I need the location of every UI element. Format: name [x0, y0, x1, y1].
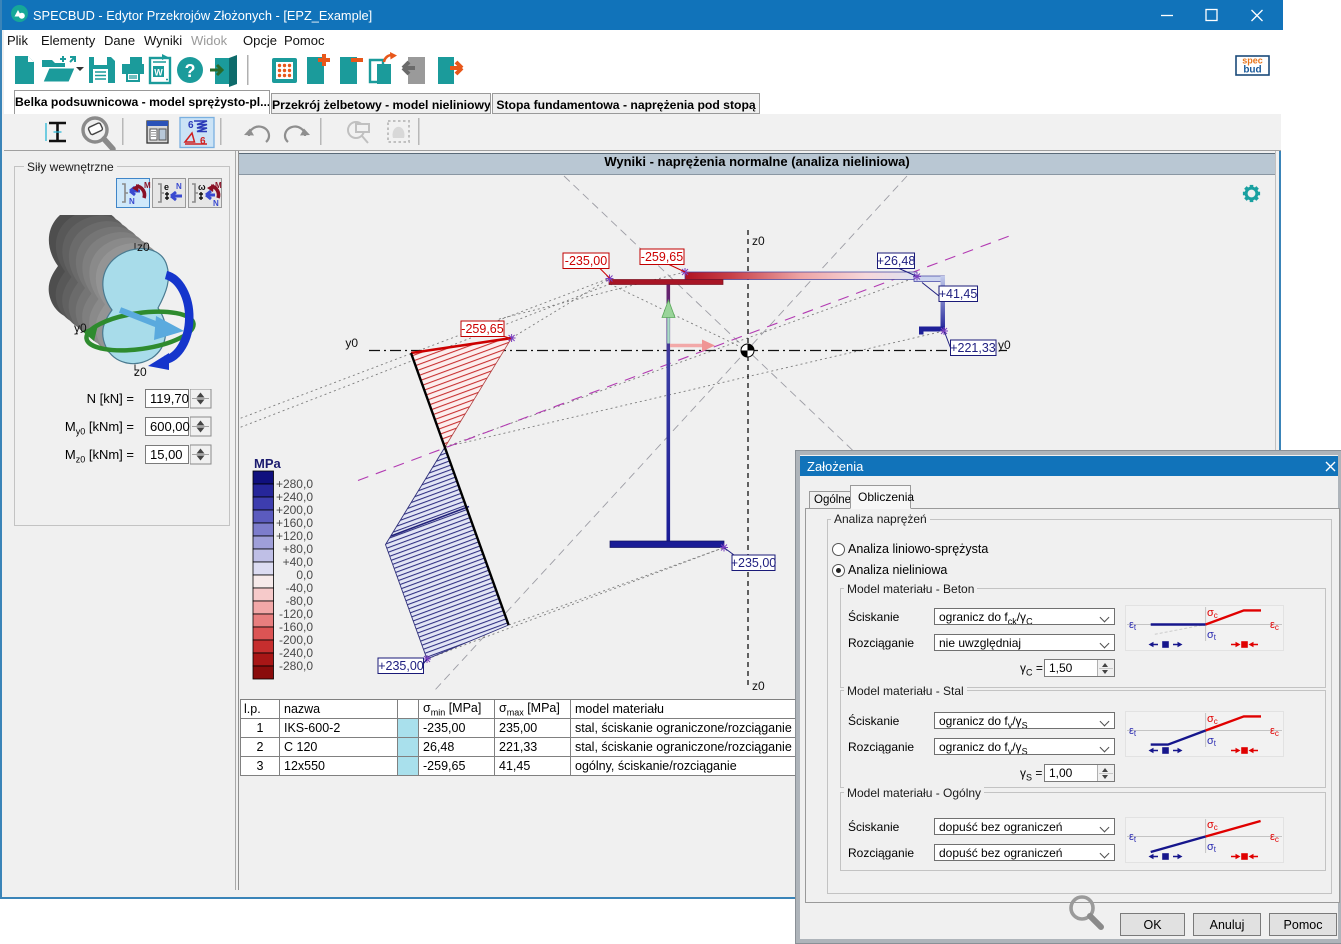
svg-text:-259,65: -259,65	[641, 250, 683, 264]
svg-text:N: N	[129, 197, 135, 206]
svg-text:+80,0: +80,0	[283, 542, 314, 556]
svg-text:y0: y0	[345, 336, 358, 350]
svg-text:-40,0: -40,0	[286, 581, 314, 595]
svg-text:N: N	[176, 182, 182, 191]
svg-text:y0: y0	[74, 321, 87, 335]
svg-text:z0: z0	[137, 240, 150, 254]
svg-text:ω: ω	[198, 182, 206, 192]
svg-text:-240,0: -240,0	[279, 646, 313, 660]
svg-text:6: 6	[188, 120, 194, 131]
svg-text:bud: bud	[1243, 65, 1261, 76]
svg-text:+240,0: +240,0	[276, 490, 313, 504]
svg-text:-200,0: -200,0	[279, 633, 313, 647]
svg-text:z0: z0	[134, 365, 147, 379]
svg-text:-235,00: -235,00	[565, 254, 607, 268]
svg-text:+41,45: +41,45	[939, 287, 978, 301]
svg-text:-160,0: -160,0	[279, 620, 313, 634]
svg-text:6: 6	[200, 136, 206, 147]
svg-text:W: W	[154, 68, 163, 78]
svg-text:e: e	[164, 182, 169, 192]
svg-text:+160,0: +160,0	[276, 516, 313, 530]
svg-text:+235,00: +235,00	[378, 659, 424, 673]
svg-text:-280,0: -280,0	[279, 659, 313, 673]
svg-text:N: N	[213, 199, 219, 208]
svg-text:+26,48: +26,48	[877, 254, 916, 268]
svg-text:-259,65: -259,65	[461, 322, 503, 336]
svg-text:y0: y0	[998, 338, 1011, 352]
svg-text:MPa: MPa	[254, 456, 282, 471]
svg-text:M: M	[144, 181, 151, 190]
svg-text:+40,0: +40,0	[283, 555, 314, 569]
svg-text:+221,33: +221,33	[950, 341, 996, 355]
svg-text:+120,0: +120,0	[276, 529, 313, 543]
svg-text:-120,0: -120,0	[279, 607, 313, 621]
svg-text:+280,0: +280,0	[276, 477, 313, 491]
svg-text:z0: z0	[752, 234, 765, 248]
svg-text:0,0: 0,0	[296, 568, 313, 582]
svg-text:-80,0: -80,0	[286, 594, 314, 608]
svg-text:z0: z0	[752, 679, 765, 693]
svg-text:M: M	[215, 181, 222, 190]
svg-text:+235,00: +235,00	[731, 556, 777, 570]
svg-text:+200,0: +200,0	[276, 503, 313, 517]
svg-text:?: ?	[185, 61, 196, 81]
